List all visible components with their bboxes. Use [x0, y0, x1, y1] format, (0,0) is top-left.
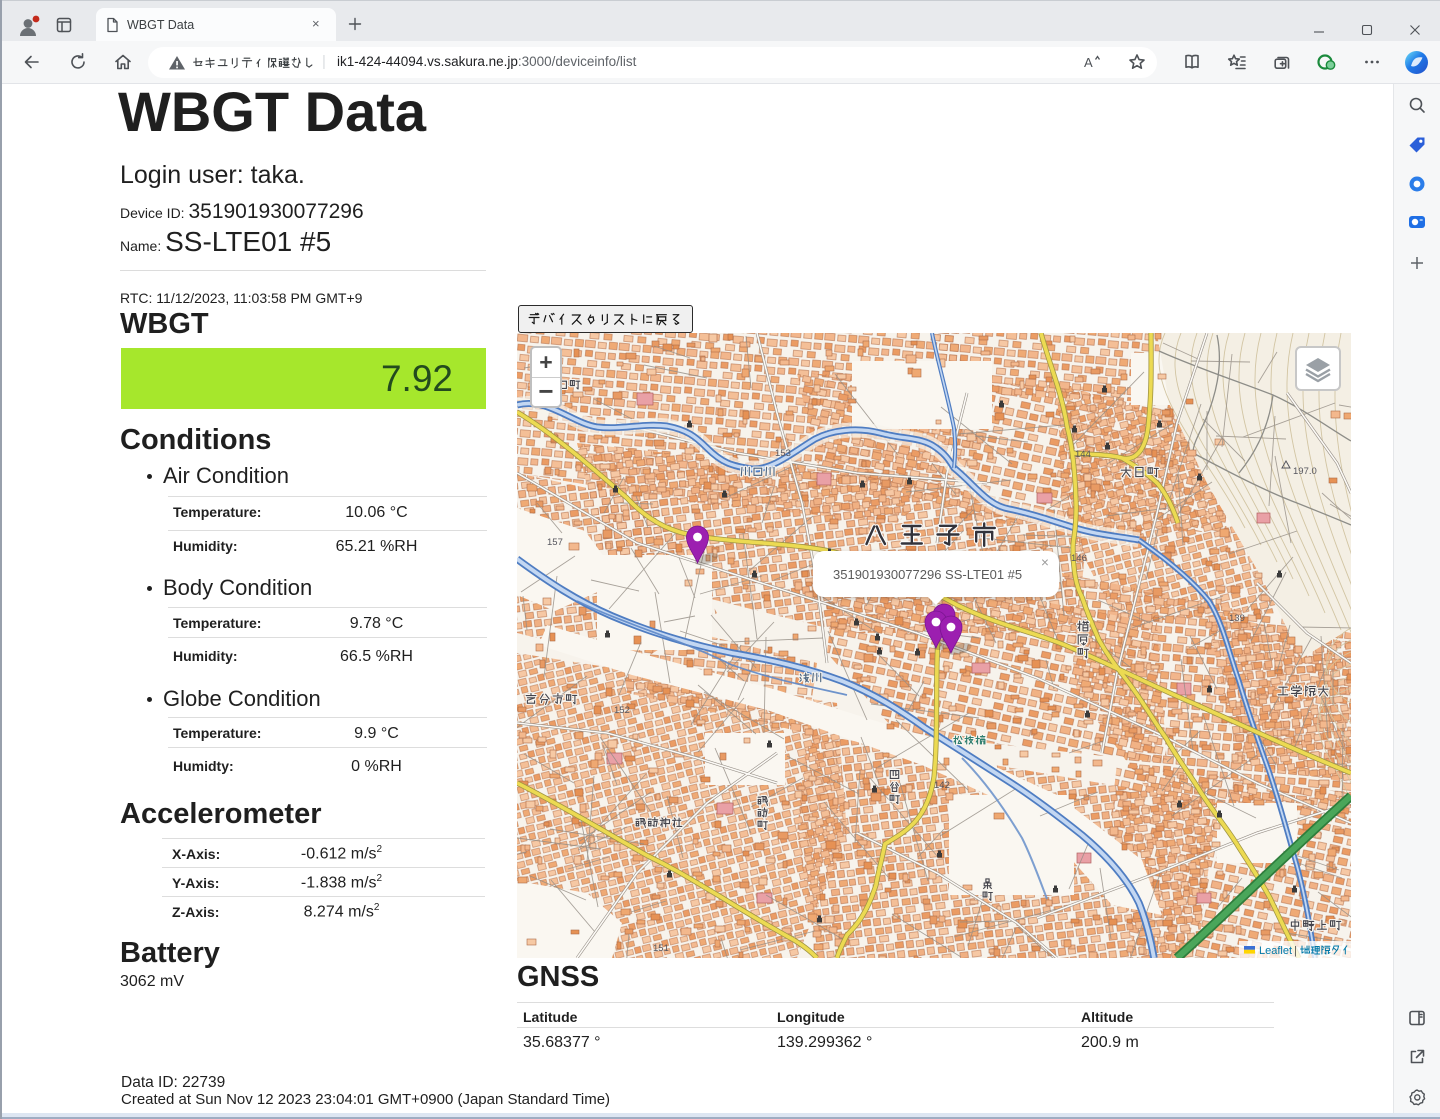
svg-text:Leaflet: Leaflet [1259, 945, 1292, 957]
svg-text:152: 152 [614, 705, 630, 716]
svg-text:A: A [1084, 55, 1093, 70]
svg-text:|: | [1294, 945, 1297, 957]
svg-text:139: 139 [1229, 613, 1245, 624]
svg-text:151: 151 [653, 943, 669, 954]
svg-text:351901930077296 SS-LTE01 #5: 351901930077296 SS-LTE01 #5 [833, 567, 1022, 582]
svg-text:142: 142 [934, 780, 950, 791]
svg-text:×: × [1041, 555, 1049, 570]
svg-text:146: 146 [1071, 553, 1087, 564]
svg-text:197.0: 197.0 [1293, 466, 1317, 477]
svg-text:157: 157 [547, 537, 563, 548]
svg-text:144: 144 [1075, 449, 1091, 460]
svg-text:153: 153 [775, 448, 791, 459]
